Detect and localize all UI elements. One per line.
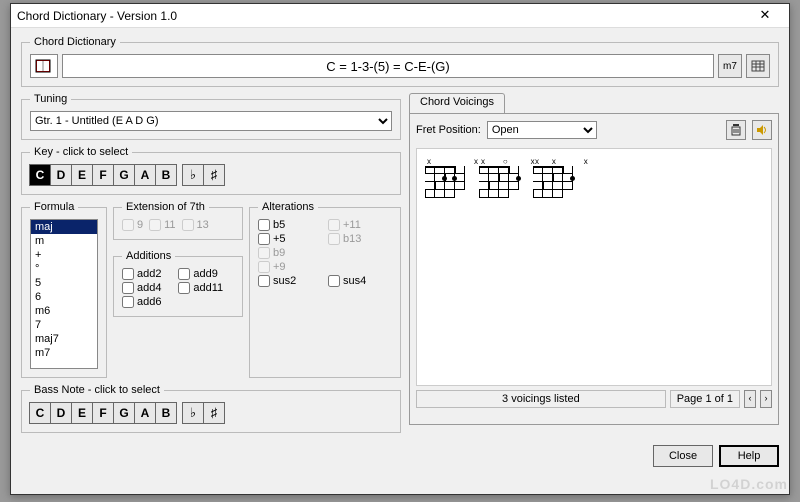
suffix-button[interactable]: m7 — [718, 54, 742, 78]
play-sound-icon[interactable] — [752, 120, 772, 140]
key-g[interactable]: G — [113, 164, 135, 186]
help-button[interactable]: Help — [719, 445, 779, 467]
titlebar: Chord Dictionary - Version 1.0 ✕ — [11, 4, 789, 28]
bass-buttons: C D E F G A B — [30, 402, 177, 424]
formula-item-maj[interactable]: maj — [31, 220, 97, 234]
ext7-legend: Extension of 7th — [122, 201, 209, 213]
key-d[interactable]: D — [50, 164, 72, 186]
key-group: Key - click to select C D E F G A B ♭ — [21, 146, 401, 195]
tuning-diagram-button[interactable] — [746, 54, 770, 78]
formula-item-7[interactable]: 7 — [31, 318, 97, 332]
key-c[interactable]: C — [29, 164, 51, 186]
bass-g[interactable]: G — [113, 402, 135, 424]
chord-diagram-3[interactable]: x x x — [533, 157, 575, 206]
alt-p9: +9 — [258, 261, 322, 273]
alt-b5[interactable]: b5 — [258, 219, 322, 231]
key-flat-button[interactable]: ♭ — [182, 164, 204, 186]
ext7-13: 13 — [182, 219, 209, 231]
alt-b13: b13 — [328, 233, 392, 245]
window-title: Chord Dictionary - Version 1.0 — [17, 9, 747, 23]
alterations-group: Alterations b5 +11 +5 b13 b9 +9 sus2 sus… — [249, 201, 401, 378]
bass-note-group: Bass Note - click to select C D E F G A … — [21, 384, 401, 433]
alterations-legend: Alterations — [258, 201, 318, 213]
formula-legend: Formula — [30, 201, 78, 213]
add9-check[interactable]: add9 — [178, 268, 234, 280]
additions-group: Additions add2 add9 add4 add11 add6 — [113, 250, 243, 317]
add6-check[interactable]: add6 — [122, 296, 172, 308]
alt-b9: b9 — [258, 247, 322, 259]
dialog-window: Chord Dictionary - Version 1.0 ✕ Chord D… — [10, 3, 790, 495]
formula-item-6[interactable]: 6 — [31, 290, 97, 304]
ext7-11: 11 — [149, 219, 175, 231]
alt-sus4[interactable]: sus4 — [328, 275, 392, 287]
bass-d[interactable]: D — [50, 402, 72, 424]
voicing-area: x x x ○ x — [416, 148, 772, 386]
alt-sus2[interactable]: sus2 — [258, 275, 322, 287]
formula-item-m6[interactable]: m6 — [31, 304, 97, 318]
formula-item-dim[interactable]: ° — [31, 262, 97, 276]
chord-formula-display: C = 1-3-(5) = C-E-(G) — [62, 54, 714, 78]
bass-b[interactable]: B — [155, 402, 177, 424]
bass-c[interactable]: C — [29, 402, 51, 424]
ext7-9: 9 — [122, 219, 143, 231]
key-a[interactable]: A — [134, 164, 156, 186]
formula-item-aug[interactable]: + — [31, 248, 97, 262]
alt-p5[interactable]: +5 — [258, 233, 322, 245]
chord-diagram-2[interactable]: x ○ x — [479, 157, 521, 206]
fret-position-select[interactable]: Open — [487, 121, 597, 139]
bass-e[interactable]: E — [71, 402, 93, 424]
voicings-panel: Fret Position: Open — [409, 113, 779, 425]
client-area: Chord Dictionary C = 1-3-(5) = C-E-(G) m… — [11, 28, 789, 494]
add11-check[interactable]: add11 — [178, 282, 234, 294]
bass-a[interactable]: A — [134, 402, 156, 424]
page-next-button[interactable]: › — [760, 390, 772, 408]
tab-header: Chord Voicings — [409, 93, 779, 113]
ext7-group: Extension of 7th 9 11 13 — [113, 201, 243, 240]
close-icon[interactable]: ✕ — [747, 6, 783, 26]
key-b[interactable]: B — [155, 164, 177, 186]
key-legend: Key - click to select — [30, 146, 132, 158]
chord-dictionary-group: Chord Dictionary C = 1-3-(5) = C-E-(G) m… — [21, 36, 779, 87]
tuning-group: Tuning Gtr. 1 - Untitled (E A D G) — [21, 93, 401, 140]
delete-icon[interactable] — [726, 120, 746, 140]
tuning-select[interactable]: Gtr. 1 - Untitled (E A D G) — [30, 111, 392, 131]
key-e[interactable]: E — [71, 164, 93, 186]
fret-position-label: Fret Position: — [416, 124, 481, 136]
bass-note-legend: Bass Note - click to select — [30, 384, 164, 396]
key-buttons: C D E F G A B — [30, 164, 177, 186]
bass-sharp-button[interactable]: ♯ — [203, 402, 225, 424]
bass-flat-button[interactable]: ♭ — [182, 402, 204, 424]
formula-group: Formula maj m + ° 5 6 m6 7 maj7 m7 — [21, 201, 107, 378]
tab-chord-voicings[interactable]: Chord Voicings — [409, 93, 505, 113]
formula-item-5[interactable]: 5 — [31, 276, 97, 290]
bass-f[interactable]: F — [92, 402, 114, 424]
close-button[interactable]: Close — [653, 445, 713, 467]
key-f[interactable]: F — [92, 164, 114, 186]
formula-listbox[interactable]: maj m + ° 5 6 m6 7 maj7 m7 — [30, 219, 98, 369]
formula-item-m7[interactable]: m7 — [31, 346, 97, 360]
alt-p11: +11 — [328, 219, 392, 231]
add4-check[interactable]: add4 — [122, 282, 172, 294]
additions-legend: Additions — [122, 250, 175, 262]
chord-dictionary-legend: Chord Dictionary — [30, 36, 120, 48]
page-indicator: Page 1 of 1 — [670, 390, 740, 408]
formula-item-maj7[interactable]: maj7 — [31, 332, 97, 346]
key-sharp-button[interactable]: ♯ — [203, 164, 225, 186]
book-icon[interactable] — [30, 54, 58, 78]
formula-item-m[interactable]: m — [31, 234, 97, 248]
add2-check[interactable]: add2 — [122, 268, 172, 280]
tuning-legend: Tuning — [30, 93, 71, 105]
page-prev-button[interactable]: ‹ — [744, 390, 756, 408]
voicings-status: 3 voicings listed — [416, 390, 666, 408]
chord-diagram-1[interactable]: x x — [425, 157, 467, 206]
